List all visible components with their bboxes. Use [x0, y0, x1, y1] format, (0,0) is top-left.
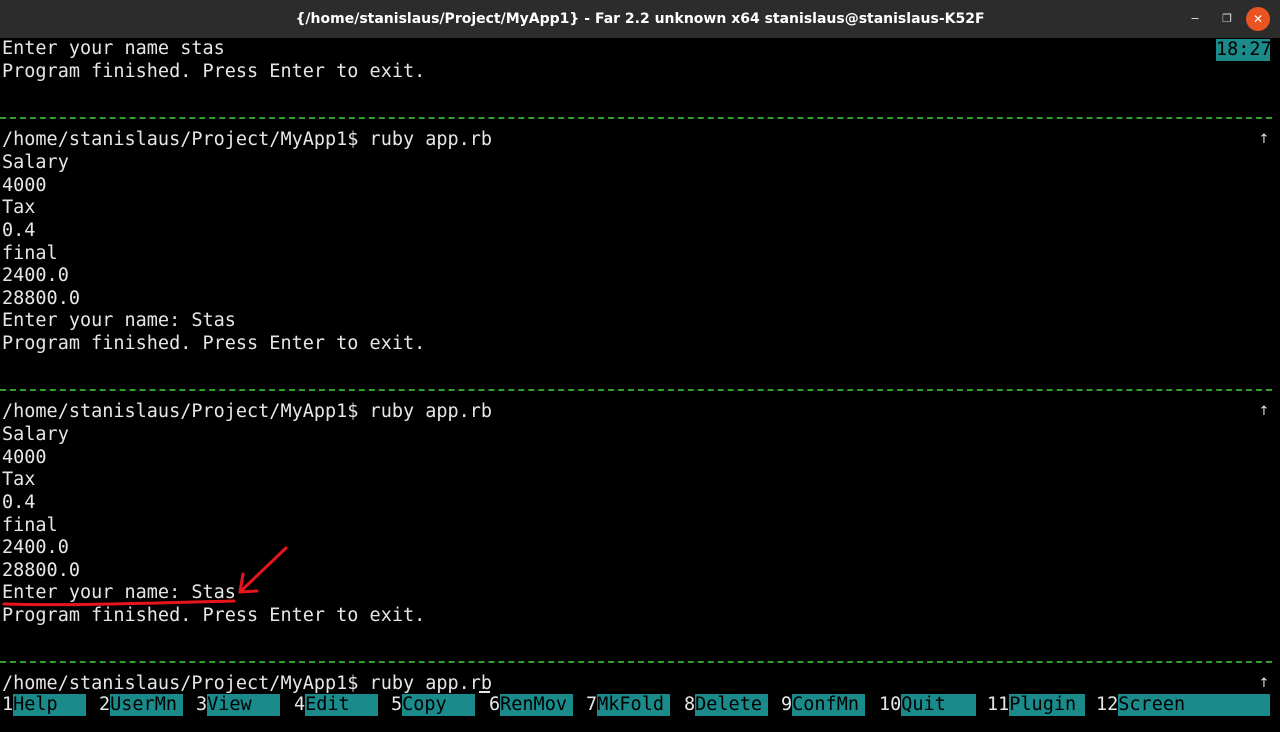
key-f9-confmn[interactable]: 9ConfMn [781, 694, 866, 716]
console-line: Program finished. Press Enter to exit. [2, 605, 426, 626]
command-prompt-line: /home/stanislaus/Project/MyApp1$ ruby ap… [2, 401, 493, 422]
command-prompt-line: /home/stanislaus/Project/MyApp1$ ruby ap… [2, 129, 493, 150]
console-line: Tax [2, 197, 36, 218]
console-line: final [2, 515, 58, 536]
output-separator [0, 661, 1272, 663]
key-f7-mkfold[interactable]: 7MkFold [586, 694, 671, 716]
console-line: 2400.0 [2, 537, 69, 558]
command-input-line[interactable]: /home/stanislaus/Project/MyApp1$ ruby ap… [2, 673, 492, 695]
key-f2-usermn[interactable]: 2UserMn [99, 694, 184, 716]
key-f3-view[interactable]: 3View [196, 694, 281, 716]
console-line: 4000 [2, 447, 47, 468]
key-f11-plugin[interactable]: 11Plugin [987, 694, 1086, 716]
scroll-up-icon[interactable]: ↑ [1257, 402, 1271, 422]
key-f4-edit[interactable]: 4Edit [294, 694, 379, 716]
close-button[interactable]: ✕ [1246, 7, 1270, 31]
key-f6-renmov[interactable]: 6RenMov [489, 694, 574, 716]
output-separator [0, 389, 1272, 391]
console-line: Program finished. Press Enter to exit. [2, 61, 426, 82]
window-title: {/home/stanislaus/Project/MyApp1} - Far … [295, 11, 985, 27]
terminal-window: {/home/stanislaus/Project/MyApp1} - Far … [0, 0, 1280, 732]
console-line: Salary [2, 424, 69, 445]
maximize-button[interactable]: ❐ [1215, 7, 1239, 31]
output-separator [0, 117, 1272, 119]
console-line: 4000 [2, 175, 47, 196]
console-line: Salary [2, 152, 69, 173]
console-line: final [2, 243, 58, 264]
console-line: 28800.0 [2, 288, 80, 309]
scroll-up-icon[interactable]: ↑ [1257, 674, 1271, 694]
key-f5-copy[interactable]: 5Copy [391, 694, 476, 716]
key-f12-screen[interactable]: 12Screen [1096, 694, 1271, 716]
console-line: 28800.0 [2, 560, 80, 581]
console-line: 0.4 [2, 220, 36, 241]
title-bar[interactable]: {/home/stanislaus/Project/MyApp1} - Far … [0, 0, 1280, 38]
highlighted-console-line: Enter your name: Stas [2, 582, 236, 603]
clock-display: 18:27 [1216, 39, 1272, 61]
console-output[interactable]: 18:27 Enter your name stas Program finis… [0, 38, 1280, 732]
function-key-bar: 1Help 2UserMn 3View 4Edit 5Copy 6RenMov … [0, 694, 1280, 716]
console-line: Program finished. Press Enter to exit. [2, 333, 426, 354]
minimize-button[interactable]: ‒ [1183, 7, 1207, 31]
console-line: Enter your name: Stas [2, 310, 236, 331]
console-line: 2400.0 [2, 265, 69, 286]
key-f8-delete[interactable]: 8Delete [684, 694, 769, 716]
console-line: 0.4 [2, 492, 36, 513]
scroll-up-icon[interactable]: ↑ [1257, 130, 1271, 150]
console-line: Enter your name stas [2, 38, 225, 59]
console-line: Tax [2, 469, 36, 490]
text-cursor [479, 691, 490, 693]
key-f1-help[interactable]: 1Help [2, 694, 87, 716]
key-f10-quit[interactable]: 10Quit [879, 694, 977, 716]
